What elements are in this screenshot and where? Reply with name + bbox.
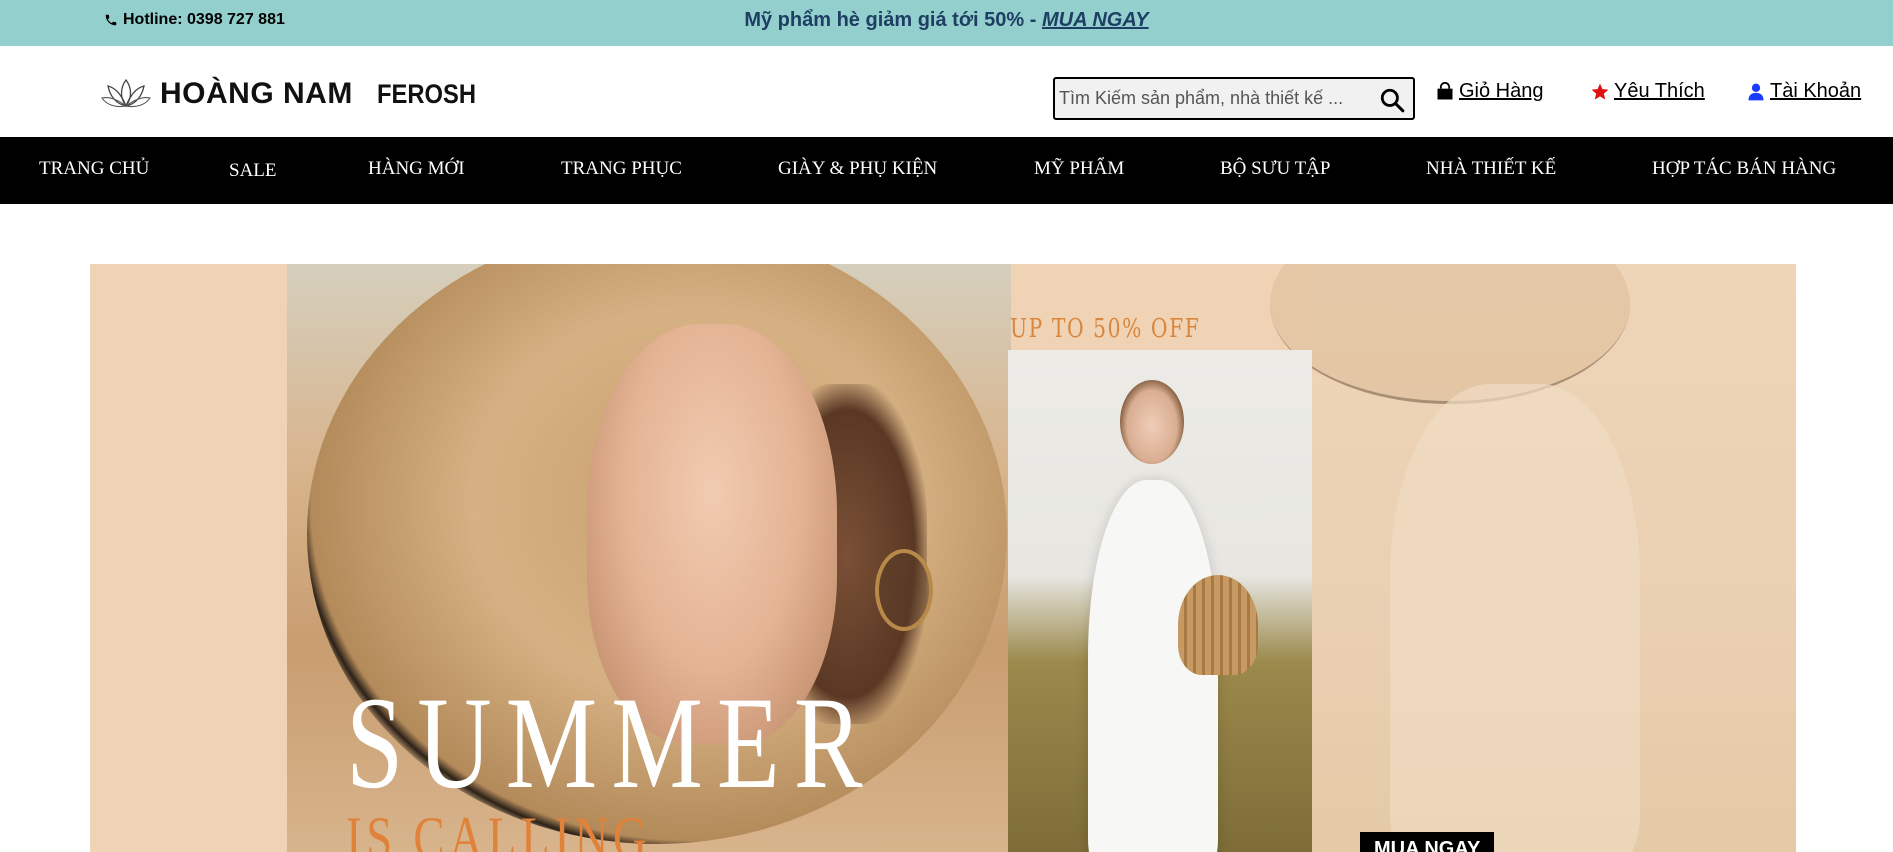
star-icon: [1591, 83, 1609, 100]
account-label: Tài Khoản: [1770, 80, 1862, 102]
banner-shop-now-button[interactable]: MUA NGAY: [1360, 832, 1495, 852]
model-head-shape: [1120, 380, 1184, 464]
nav-item-new-arrivals[interactable]: HÀNG MỚI: [368, 158, 465, 180]
nav-item-designers[interactable]: NHÀ THIẾT KẾ: [1426, 158, 1556, 180]
earring-shape: [875, 549, 933, 631]
favorites-link[interactable]: Yêu Thích: [1590, 80, 1705, 103]
account-link[interactable]: Tài Khoản: [1746, 80, 1861, 103]
main-nav: TRANG CHỦ SALE HÀNG MỚI TRANG PHỤC GIÀY …: [0, 137, 1893, 204]
user-icon: [1748, 83, 1764, 100]
search-input[interactable]: [1059, 79, 1369, 118]
nav-item-cosmetics[interactable]: MỸ PHẨM: [1034, 158, 1124, 180]
nav-item-home[interactable]: TRANG CHỦ: [39, 158, 149, 180]
lotus-icon: [101, 78, 151, 108]
banner-discount-text: UP TO 50% OFF: [1010, 314, 1201, 344]
bamboo-bag-shape: [1178, 575, 1258, 675]
site-logo[interactable]: HOÀNG NAM FEROSH: [100, 74, 489, 114]
search-box: [1053, 77, 1415, 120]
nav-item-shoes-accessories[interactable]: GIÀY & PHỤ KIỆN: [778, 158, 937, 180]
favorites-label: Yêu Thích: [1614, 80, 1705, 102]
shopping-bag-icon: [1437, 81, 1453, 99]
sub-brand-name: FEROSH: [376, 78, 476, 109]
promo-shop-now-link[interactable]: MUA NGAY: [1042, 9, 1149, 31]
model-dress-photo: [1008, 350, 1312, 852]
promo-message: Mỹ phẩm hè giảm giá tới 50% - MUA NGAY: [0, 9, 1893, 32]
hero-banner[interactable]: UP TO 50% OFF SUMMER IS CALLING MUA NGAY: [90, 264, 1796, 852]
nav-item-partnership[interactable]: HỢP TÁC BÁN HÀNG: [1652, 158, 1836, 180]
nav-item-clothing[interactable]: TRANG PHỤC: [561, 158, 682, 180]
promo-text: Mỹ phẩm hè giảm giá tới 50% -: [744, 9, 1042, 31]
nav-item-sale[interactable]: SALE: [229, 160, 277, 182]
site-header: HOÀNG NAM FEROSH Giỏ Hàng Yêu Thích Tài …: [0, 46, 1893, 137]
top-promo-bar: Hotline: 0398 727 881 Mỹ phẩm hè giảm gi…: [0, 0, 1893, 46]
banner-headline: SUMMER: [346, 669, 877, 816]
banner-subheadline: IS CALLING: [346, 805, 652, 852]
cart-label: Giỏ Hàng: [1459, 80, 1544, 102]
search-icon[interactable]: [1379, 87, 1405, 113]
faded-dress-shape: [1390, 384, 1640, 852]
cart-link[interactable]: Giỏ Hàng: [1435, 80, 1544, 103]
nav-item-collections[interactable]: BỘ SƯU TẬP: [1220, 158, 1330, 180]
brand-name: HOÀNG NAM: [160, 77, 353, 110]
